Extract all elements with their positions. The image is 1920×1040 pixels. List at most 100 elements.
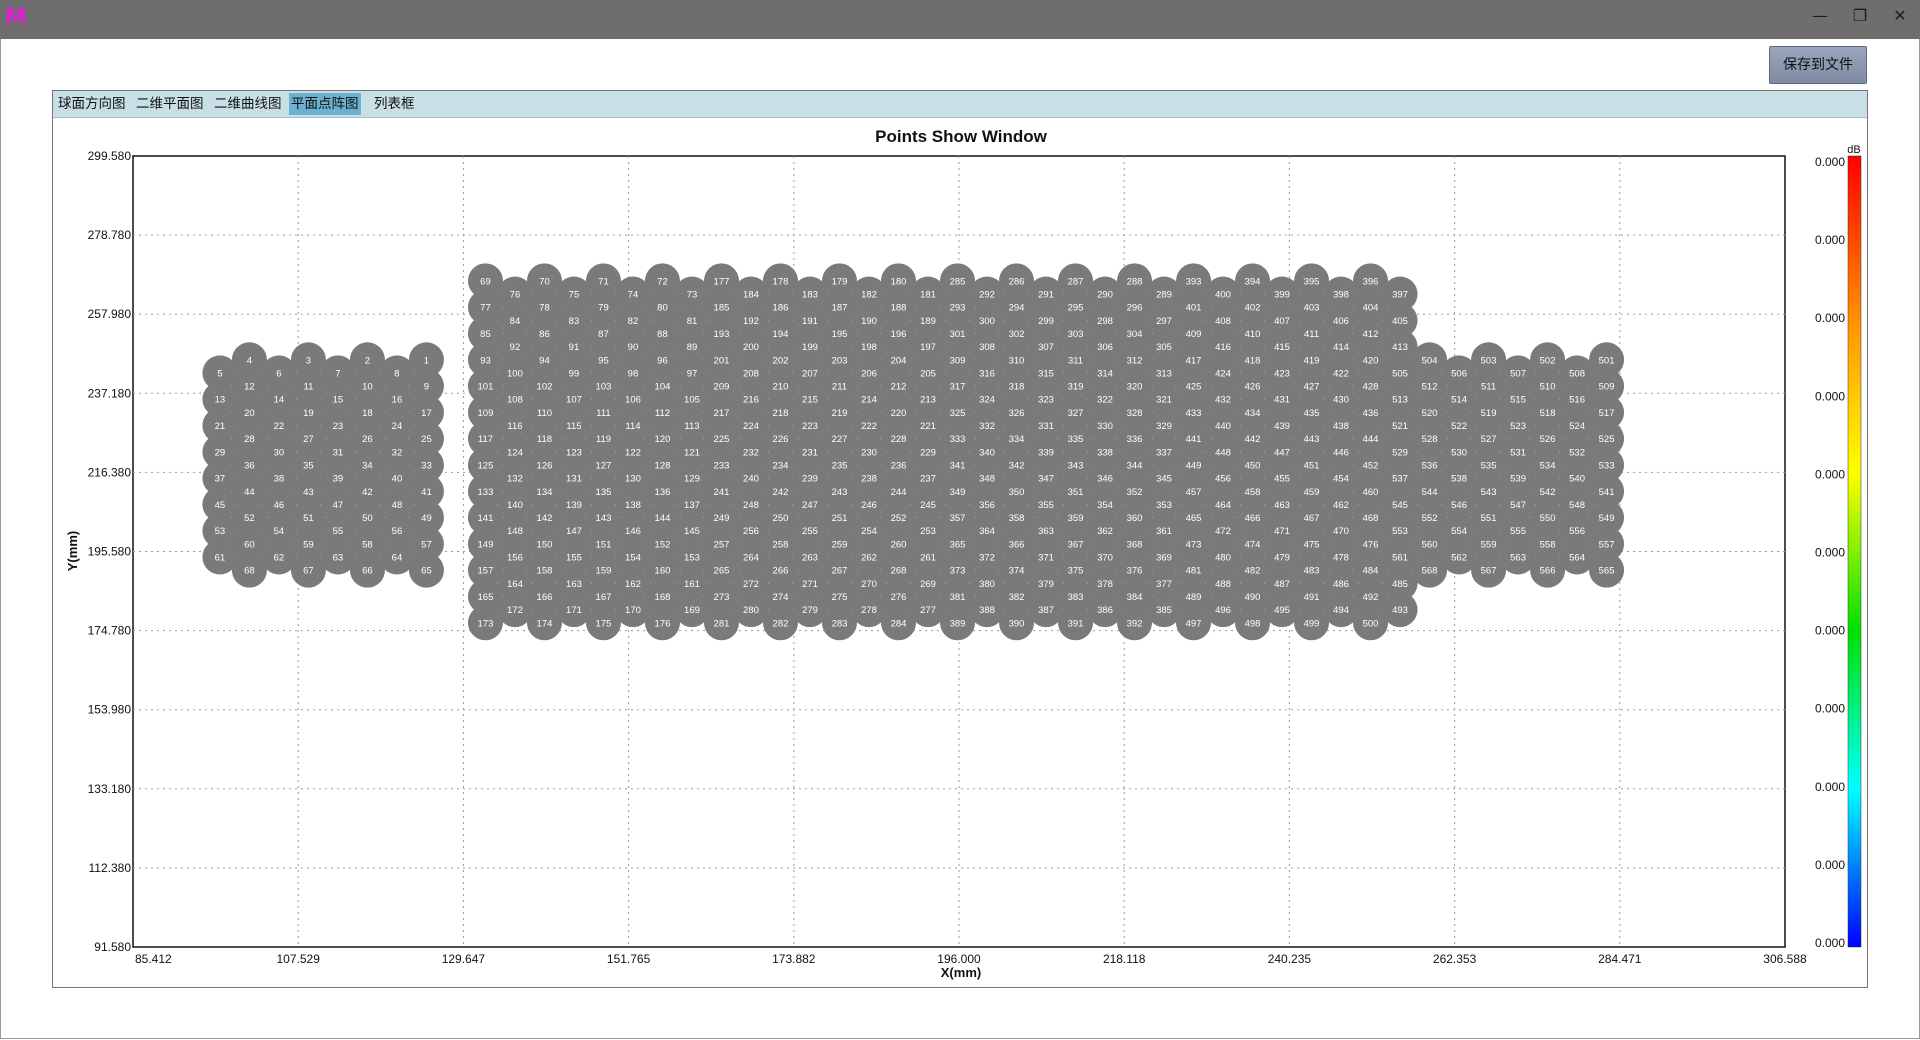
- array-point-label: 156: [507, 553, 523, 564]
- array-point-label: 465: [1186, 513, 1202, 524]
- array-point-label: 545: [1392, 500, 1408, 511]
- x-tick-label: 240.235: [1268, 952, 1312, 966]
- array-point-label: 2: [365, 355, 370, 366]
- array-point-label: 76: [510, 290, 521, 301]
- array-point-label: 117: [478, 434, 493, 445]
- array-point-label: 427: [1304, 382, 1320, 393]
- array-point-label: 284: [891, 618, 907, 629]
- array-point-label: 514: [1451, 395, 1467, 406]
- array-point-label: 364: [979, 526, 995, 537]
- array-point-label: 46: [274, 500, 285, 511]
- array-point-label: 23: [333, 421, 344, 432]
- array-point-label: 310: [1009, 355, 1025, 366]
- y-tick-label: 299.580: [88, 149, 132, 163]
- x-tick-label: 107.529: [277, 952, 321, 966]
- x-tick-label: 129.647: [442, 952, 486, 966]
- array-point-label: 157: [478, 566, 494, 577]
- array-point-label: 339: [1038, 447, 1054, 458]
- colorbar-tick-label: 0.000: [1815, 389, 1845, 403]
- array-point-label: 63: [333, 553, 344, 564]
- array-point-label: 200: [743, 342, 759, 353]
- array-point-label: 122: [625, 447, 641, 458]
- array-point-label: 74: [628, 290, 639, 301]
- array-point-label: 555: [1510, 526, 1526, 537]
- array-point-label: 332: [979, 421, 995, 432]
- array-point-label: 304: [1127, 329, 1143, 340]
- array-point-label: 273: [714, 592, 730, 603]
- array-point-label: 106: [625, 395, 641, 406]
- array-point-label: 414: [1333, 342, 1349, 353]
- array-point-label: 314: [1097, 368, 1113, 379]
- array-point-label: 405: [1392, 316, 1408, 327]
- array-point-label: 291: [1038, 290, 1054, 301]
- array-point-label: 516: [1569, 395, 1585, 406]
- array-point-label: 283: [832, 618, 848, 629]
- array-point-label: 32: [392, 447, 403, 458]
- array-point-label: 542: [1540, 487, 1556, 498]
- array-point-label: 495: [1274, 605, 1290, 616]
- array-point-label: 6: [276, 368, 281, 379]
- array-point-label: 503: [1481, 355, 1497, 366]
- array-point-label: 422: [1333, 368, 1349, 379]
- x-tick-label: 262.353: [1433, 952, 1477, 966]
- array-point-label: 92: [510, 342, 521, 353]
- array-point-label: 170: [625, 605, 641, 616]
- array-point-label: 415: [1274, 342, 1290, 353]
- array-point-label: 10: [362, 382, 373, 393]
- array-point-label: 78: [539, 303, 550, 314]
- array-point-label: 491: [1304, 592, 1320, 603]
- points-layer: 4 3 2 15 6 7 812 11 10 913 14 15 1620 19 18 1721 22 23 242…: [202, 263, 1625, 641]
- array-point-label: 278: [861, 605, 877, 616]
- array-point-label: 247: [802, 500, 818, 511]
- array-point-label: 44: [244, 487, 255, 498]
- array-point-label: 96: [657, 355, 668, 366]
- array-point-label: 434: [1245, 408, 1261, 419]
- array-point-label: 381: [950, 592, 966, 603]
- array-point-label: 177: [714, 276, 730, 287]
- array-point-label: 520: [1422, 408, 1438, 419]
- array-point-label: 195: [832, 329, 848, 340]
- array-point-label: 344: [1127, 460, 1143, 471]
- minimize-button[interactable]: —: [1800, 0, 1840, 32]
- close-button[interactable]: ✕: [1880, 0, 1920, 32]
- array-point-label: 357: [950, 513, 966, 524]
- array-point-label: 403: [1304, 303, 1320, 314]
- array-point-label: 529: [1392, 447, 1408, 458]
- array-point-label: 25: [421, 434, 432, 445]
- array-point-label: 345: [1156, 474, 1172, 485]
- restore-button[interactable]: ❐: [1840, 0, 1880, 32]
- array-point-label: 486: [1333, 579, 1349, 590]
- array-point-label: 82: [628, 316, 639, 327]
- array-point-label: 279: [802, 605, 818, 616]
- array-point-label: 37: [215, 474, 226, 485]
- array-point-label: 395: [1304, 276, 1320, 287]
- array-point-label: 101: [478, 382, 494, 393]
- array-point-label: 79: [598, 303, 609, 314]
- array-point-label: 216: [743, 395, 759, 406]
- array-point-label: 292: [979, 290, 995, 301]
- array-point-label: 406: [1333, 316, 1349, 327]
- array-point-label: 224: [743, 421, 759, 432]
- array-point-label: 515: [1510, 395, 1526, 406]
- array-point-label: 493: [1392, 605, 1408, 616]
- array-point-label: 281: [714, 618, 730, 629]
- array-point-label: 351: [1068, 487, 1084, 498]
- array-point-label: 134: [537, 487, 553, 498]
- array-point-label: 522: [1451, 421, 1467, 432]
- save-to-file-button[interactable]: 保存到文件: [1769, 46, 1867, 84]
- array-point-label: 263: [802, 553, 818, 564]
- array-point-label: 189: [920, 316, 936, 327]
- array-point-label: 452: [1363, 460, 1379, 471]
- array-point-label: 182: [861, 290, 877, 301]
- colorbar-tick-label: 0.000: [1815, 780, 1845, 794]
- array-point-label: 521: [1392, 421, 1408, 432]
- array-point-label: 336: [1127, 434, 1143, 445]
- array-point-label: 152: [655, 539, 671, 550]
- x-tick-label: 151.765: [607, 952, 651, 966]
- array-point-label: 141: [478, 513, 494, 524]
- array-point-label: 474: [1245, 539, 1261, 550]
- array-point-label: 480: [1215, 553, 1231, 564]
- array-point-label: 458: [1245, 487, 1261, 498]
- array-point-label: 343: [1068, 460, 1084, 471]
- array-point-label: 209: [714, 382, 730, 393]
